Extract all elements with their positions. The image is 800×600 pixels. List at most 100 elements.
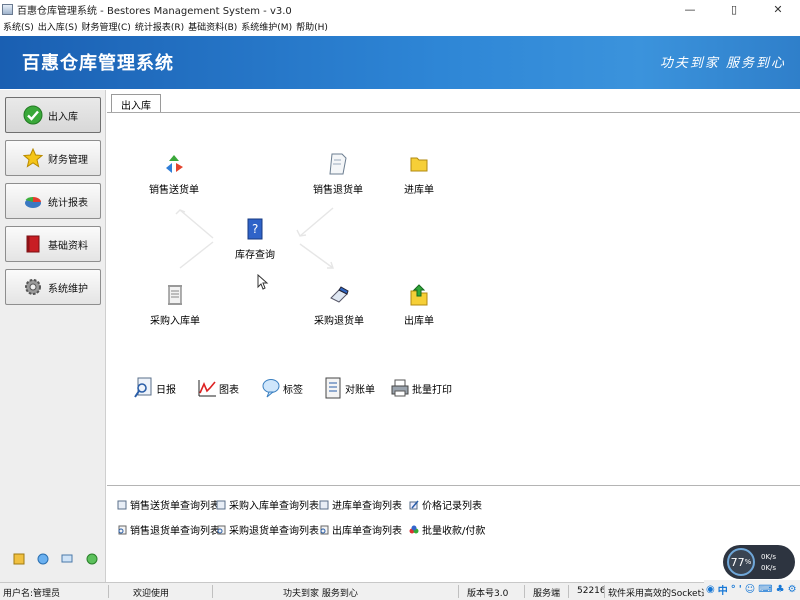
edit-icon bbox=[409, 500, 419, 510]
status-divider bbox=[568, 585, 569, 598]
gauge-circle: 77% bbox=[727, 548, 755, 576]
gauge-unit: % bbox=[744, 558, 752, 566]
stock-in-item[interactable]: 进库单 bbox=[404, 151, 434, 196]
menu-reports[interactable]: 统计报表(R) bbox=[135, 20, 184, 33]
sidebar-toolbar bbox=[0, 553, 106, 569]
pie-chart-icon bbox=[23, 191, 43, 211]
menu-basic-data[interactable]: 基础资料(B) bbox=[188, 20, 237, 33]
star-icon bbox=[23, 148, 43, 168]
status-socket: 软件采用高效的Socket通 bbox=[608, 589, 711, 599]
panel-divider bbox=[107, 485, 800, 486]
stock-in-list-link[interactable]: 进库单查询列表 bbox=[319, 497, 402, 512]
sales-delivery-item[interactable]: 销售送货单 bbox=[149, 151, 199, 196]
document-icon bbox=[327, 151, 349, 177]
menu-system[interactable]: 系统(S) bbox=[3, 20, 34, 33]
daily-report-label: 日报 bbox=[156, 384, 176, 396]
menu-finance[interactable]: 财务管理(C) bbox=[82, 20, 131, 33]
sidebar-item-basic-data[interactable]: 基础资料 bbox=[5, 226, 101, 262]
recycle-icon bbox=[163, 151, 185, 177]
list-doc-icon bbox=[323, 376, 343, 400]
status-bar: 用户名:管理员 欢迎使用 功夫到家 服务到心 版本号3.0 服务端 52216 … bbox=[0, 582, 800, 600]
status-divider bbox=[604, 585, 605, 598]
purchase-in-label: 采购入库单 bbox=[150, 316, 200, 327]
batch-print-label: 批量打印 bbox=[412, 384, 452, 396]
sidebar-item-reports[interactable]: 统计报表 bbox=[5, 183, 101, 219]
refresh-icon[interactable] bbox=[86, 553, 98, 565]
list-icon bbox=[117, 500, 127, 510]
purchase-in-item[interactable]: 采购入库单 bbox=[150, 282, 200, 327]
list-icon bbox=[319, 500, 329, 510]
search-doc-icon bbox=[117, 525, 127, 535]
chart-tool[interactable]: 图表 bbox=[197, 376, 239, 400]
net-down-rate: 0K/s bbox=[761, 564, 777, 572]
gauge-value: 77 bbox=[730, 555, 745, 569]
menu-inout[interactable]: 出入库(S) bbox=[38, 20, 78, 33]
purchase-return-item[interactable]: 采购退货单 bbox=[314, 282, 364, 327]
link-label: 价格记录列表 bbox=[422, 501, 482, 512]
sidebar-item-label: 系统维护 bbox=[48, 283, 88, 295]
status-divider bbox=[108, 585, 109, 598]
batch-payment-link[interactable]: 批量收款/付款 bbox=[409, 522, 485, 537]
gear-icon bbox=[23, 277, 43, 297]
close-button[interactable]: ✕ bbox=[756, 0, 800, 18]
query-links-panel: 销售送货单查询列表 采购入库单查询列表 进库单查询列表 价格记录列表 销售退货单… bbox=[107, 485, 800, 582]
ime-quote[interactable]: ' bbox=[739, 584, 742, 595]
stock-out-item[interactable]: 出库单 bbox=[404, 282, 434, 327]
status-version: 版本号3.0 bbox=[467, 589, 509, 599]
ime-keyboard-icon[interactable]: ⌨ bbox=[758, 584, 772, 595]
svg-text:?: ? bbox=[252, 222, 258, 236]
stock-out-list-link[interactable]: 出库单查询列表 bbox=[319, 522, 402, 537]
sidebar-item-finance[interactable]: 财务管理 bbox=[5, 140, 101, 176]
title-bar: 百惠仓库管理系统 - Bestores Management System - … bbox=[0, 0, 800, 18]
sidebar: 出入库 财务管理 统计报表 基础资料 系统维护 bbox=[0, 90, 106, 582]
ime-skin-icon[interactable]: ♣ bbox=[776, 584, 785, 595]
check-circle-icon bbox=[23, 105, 43, 125]
sales-delivery-label: 销售送货单 bbox=[149, 185, 199, 196]
ime-logo-icon[interactable]: ◉ bbox=[706, 584, 715, 595]
daily-report-tool[interactable]: 日报 bbox=[134, 376, 176, 400]
ime-punct[interactable]: ° bbox=[731, 584, 736, 595]
line-chart-icon bbox=[197, 376, 217, 400]
printer-icon bbox=[390, 376, 410, 400]
sales-return-item[interactable]: 销售退货单 bbox=[313, 151, 363, 196]
menu-maintenance[interactable]: 系统维护(M) bbox=[241, 20, 292, 33]
menu-bar: 系统(S) 出入库(S) 财务管理(C) 统计报表(R) 基础资料(B) 系统维… bbox=[0, 18, 800, 35]
list-icon bbox=[216, 500, 226, 510]
price-record-list-link[interactable]: 价格记录列表 bbox=[409, 497, 482, 512]
purchase-return-label: 采购退货单 bbox=[314, 316, 364, 327]
menu-help[interactable]: 帮助(H) bbox=[296, 20, 328, 33]
purchase-return-list-link[interactable]: 采购退货单查询列表 bbox=[216, 522, 319, 537]
sales-return-list-link[interactable]: 销售退货单查询列表 bbox=[117, 522, 220, 537]
ime-mode-chinese[interactable]: 中 bbox=[718, 582, 728, 597]
status-welcome: 欢迎使用 bbox=[133, 589, 170, 599]
flow-arrows bbox=[175, 207, 334, 269]
purchase-in-list-link[interactable]: 采购入库单查询列表 bbox=[216, 497, 319, 512]
tag-tool[interactable]: 标签 bbox=[261, 376, 303, 400]
ime-emoji-icon[interactable]: ☺ bbox=[745, 584, 755, 595]
status-divider bbox=[524, 585, 525, 598]
scroll-icon bbox=[164, 282, 186, 308]
app-icon bbox=[2, 3, 13, 15]
batch-print-tool[interactable]: 批量打印 bbox=[390, 376, 452, 400]
link-label: 销售退货单查询列表 bbox=[130, 526, 220, 537]
sales-delivery-list-link[interactable]: 销售送货单查询列表 bbox=[117, 497, 220, 512]
ime-settings-icon[interactable]: ⚙ bbox=[788, 584, 797, 595]
maximize-button[interactable]: ▯ bbox=[712, 0, 756, 18]
sidebar-item-maintenance[interactable]: 系统维护 bbox=[5, 269, 101, 305]
window-controls: — ▯ ✕ bbox=[668, 0, 800, 18]
note-icon[interactable] bbox=[13, 553, 25, 565]
folder-arrow-icon bbox=[408, 282, 430, 308]
info-icon[interactable] bbox=[37, 553, 49, 565]
search-doc-icon bbox=[319, 525, 329, 535]
sidebar-item-inout[interactable]: 出入库 bbox=[5, 97, 101, 133]
sidebar-item-label: 基础资料 bbox=[48, 240, 88, 252]
ime-toolbar: ◉ 中 ° ' ☺ ⌨ ♣ ⚙ ▦ bbox=[704, 580, 800, 598]
link-label: 销售送货单查询列表 bbox=[130, 501, 220, 512]
status-slogan: 功夫到家 服务到心 bbox=[283, 589, 358, 599]
statement-tool[interactable]: 对账单 bbox=[323, 376, 375, 400]
help-book-icon: ? bbox=[244, 216, 266, 242]
performance-gauge[interactable]: 77% 0K/s 0K/s bbox=[723, 545, 795, 579]
inventory-query-item[interactable]: ? 库存查询 bbox=[235, 216, 275, 261]
monitor-icon[interactable] bbox=[61, 553, 73, 565]
minimize-button[interactable]: — bbox=[668, 0, 712, 18]
